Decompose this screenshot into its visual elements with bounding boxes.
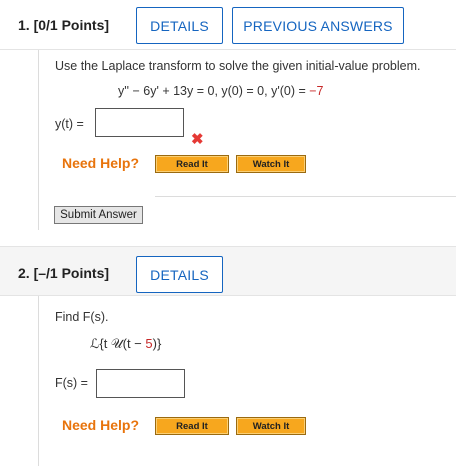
question-1-number: 1.: [18, 17, 30, 33]
question-1-title: 1. [0/1 Points]: [18, 17, 109, 33]
question-1-points: [0/1 Points]: [33, 17, 110, 33]
question-2-left-border: [38, 296, 39, 466]
question-1-prompt: Use the Laplace transform to solve the g…: [55, 59, 421, 73]
details-button[interactable]: DETAILS: [136, 7, 223, 44]
question-2-prompt: Find F(s).: [55, 310, 109, 324]
question-1-left-border: [38, 50, 39, 230]
previous-answers-button[interactable]: PREVIOUS ANSWERS: [232, 7, 404, 44]
read-it-button-2[interactable]: Read It: [155, 417, 229, 435]
watch-it-button[interactable]: Watch It: [236, 155, 306, 173]
question-2-points: [–/1 Points]: [33, 265, 110, 281]
equation-text: y'' − 6y' + 13y = 0, y(0) = 0, y'(0) =: [118, 84, 310, 98]
watch-it-button-2[interactable]: Watch It: [236, 417, 306, 435]
x-mark-icon: ✖: [191, 131, 204, 148]
question-2-number: 2.: [18, 265, 30, 281]
submit-answer-button[interactable]: Submit Answer: [54, 206, 143, 224]
answer-label: y(t) =: [55, 117, 84, 131]
expression-prefix: ℒ{t 𝒰(t −: [90, 336, 146, 351]
expression-value: 5: [145, 336, 153, 351]
answer-input-y[interactable]: [95, 108, 184, 137]
answer-input-f[interactable]: [96, 369, 185, 398]
need-help-label: Need Help?: [62, 155, 140, 171]
question-1-divider: [155, 196, 456, 197]
answer-label-2: F(s) =: [55, 376, 88, 390]
question-2-expression: ℒ{t 𝒰(t − 5)}: [90, 336, 161, 352]
question-2-title: 2. [–/1 Points]: [18, 265, 109, 281]
need-help-label-2: Need Help?: [62, 417, 140, 433]
details-button-2[interactable]: DETAILS: [136, 256, 223, 293]
equation-value: −7: [309, 84, 324, 98]
expression-suffix: )}: [152, 336, 162, 351]
read-it-button[interactable]: Read It: [155, 155, 229, 173]
question-1-equation: y'' − 6y' + 13y = 0, y(0) = 0, y'(0) = −…: [118, 84, 324, 98]
